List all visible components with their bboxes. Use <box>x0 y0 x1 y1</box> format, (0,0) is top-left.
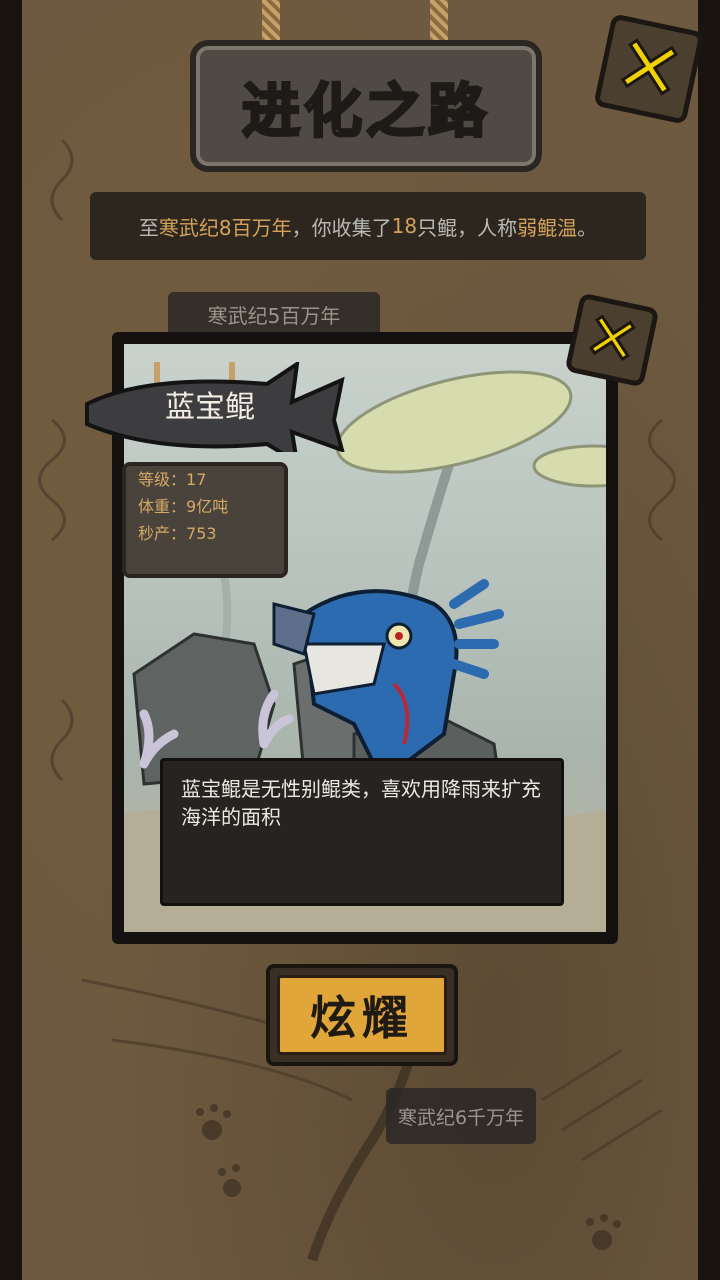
stat-level: 等级：17 <box>126 466 284 493</box>
stat-label: 体重： <box>138 497 187 516</box>
show-off-button[interactable]: 炫耀 <box>266 964 458 1066</box>
banner-text: 只鲲，人称 <box>417 215 518 240</box>
banner-text: ，你收集了 <box>291 215 392 240</box>
card-close-button[interactable]: ✕ <box>564 292 660 388</box>
era-tag-previous[interactable]: 寒武纪5百万年 <box>168 292 380 336</box>
creature-name: 蓝宝鲲 <box>165 390 255 425</box>
creature-stats-panel: 等级：17 体重：9亿吨 秒产：753 <box>122 462 288 578</box>
banner-text: 。 <box>577 215 598 240</box>
page-title: 进化之路 <box>240 76 490 147</box>
banner-era: 寒武纪8百万年 <box>158 215 292 240</box>
close-button[interactable]: ✕ <box>593 13 705 125</box>
stat-label: 等级： <box>138 470 187 489</box>
stat-label: 秒产： <box>138 524 187 543</box>
title-signboard: 进化之路 <box>190 40 542 172</box>
stat-value: 9亿吨 <box>186 497 229 516</box>
stat-value: 17 <box>186 470 207 489</box>
era-tag-next[interactable]: 寒武纪6千万年 <box>386 1088 536 1144</box>
close-icon: ✕ <box>577 297 648 384</box>
era-tag-label: 寒武纪5百万年 <box>207 303 341 328</box>
stat-weight: 体重：9亿吨 <box>126 493 284 520</box>
show-off-button-face: 炫耀 <box>277 975 447 1055</box>
banner-nickname: 弱鲲温 <box>517 215 578 240</box>
game-screen: 进化之路 ✕ 至寒武纪8百万年 ，你收集了 18 只鲲，人称 弱鲲温。 寒武纪5百万年 <box>0 0 720 1280</box>
show-off-label: 炫耀 <box>310 991 414 1045</box>
era-tag-label: 寒武纪6千万年 <box>397 1106 525 1129</box>
banner-text: 至 <box>138 215 159 240</box>
creature-description: 蓝宝鲲是无性别鲲类，喜欢用降雨来扩充海洋的面积 <box>160 758 564 906</box>
banner-count: 18 <box>391 214 418 238</box>
close-icon: ✕ <box>605 15 693 123</box>
collection-banner: 至寒武纪8百万年 ，你收集了 18 只鲲，人称 弱鲲温。 <box>90 192 646 260</box>
stat-value: 753 <box>186 524 217 543</box>
stat-output: 秒产：753 <box>126 520 284 547</box>
